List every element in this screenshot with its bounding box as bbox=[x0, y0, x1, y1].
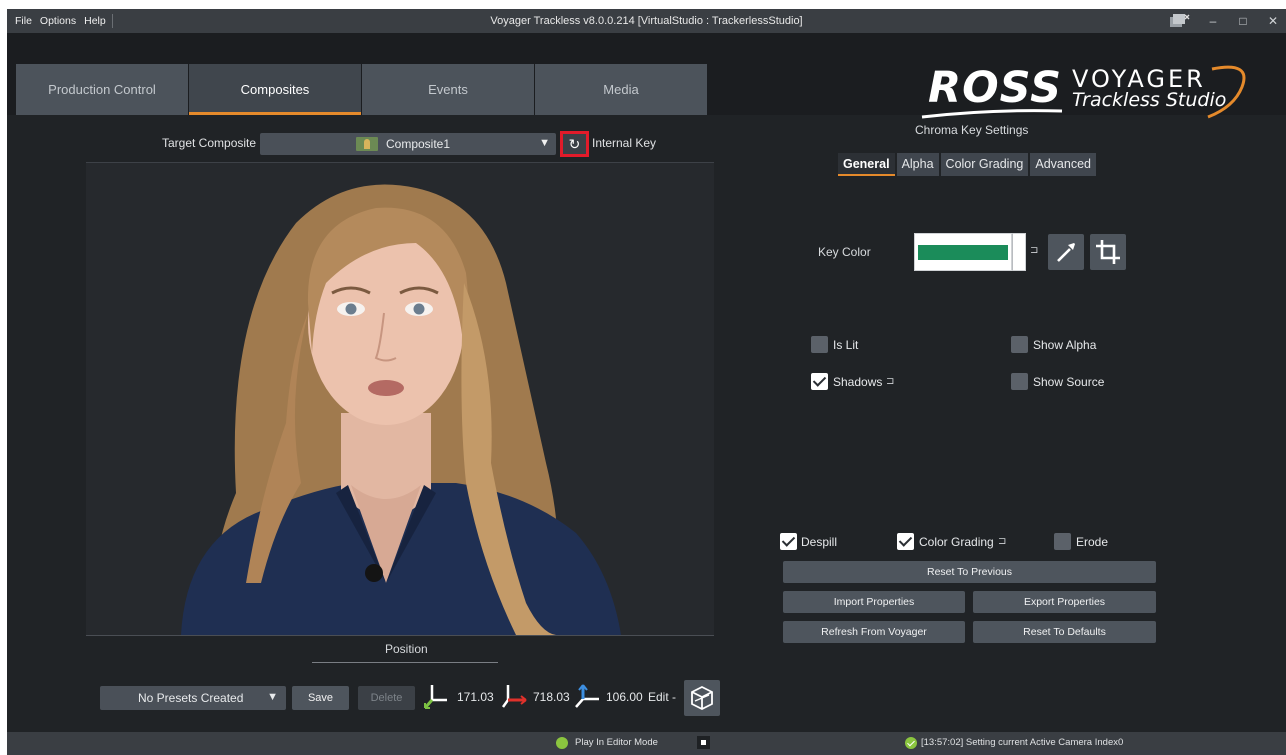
chevron-down-icon: ▼ bbox=[267, 691, 278, 703]
window-controls: – □ ✕ bbox=[1168, 9, 1280, 33]
subtab-color-grading[interactable]: Color Grading bbox=[940, 153, 1029, 176]
play-mode-label: Play In Editor Mode bbox=[575, 737, 658, 748]
color-grading-reset-icon[interactable]: ⊐ bbox=[998, 536, 1006, 547]
target-composite-label: Target Composite bbox=[162, 136, 257, 150]
shadows-checkbox[interactable] bbox=[811, 373, 828, 390]
target-composite-value: Composite1 bbox=[386, 137, 451, 151]
position-underline bbox=[312, 662, 498, 663]
logo-trackless-studio: Trackless Studio bbox=[1072, 89, 1227, 111]
refresh-composite-button[interactable]: ↻ bbox=[560, 131, 589, 157]
window-title: Voyager Trackless v8.0.0.214 [VirtualStu… bbox=[490, 15, 803, 27]
despill-label: Despill bbox=[801, 535, 838, 549]
cube-icon bbox=[691, 685, 713, 711]
tab-media[interactable]: Media bbox=[535, 64, 707, 115]
tab-production-control[interactable]: Production Control bbox=[16, 64, 188, 115]
eyedropper-button[interactable] bbox=[1048, 234, 1084, 270]
key-color-picker[interactable] bbox=[914, 233, 1012, 271]
key-color-reset-icon[interactable]: ⊐ bbox=[1030, 245, 1038, 256]
despill-checkbox[interactable] bbox=[780, 533, 797, 550]
title-bar: File Options Help Voyager Trackless v8.0… bbox=[7, 9, 1286, 33]
status-ok-icon bbox=[905, 737, 917, 749]
save-preset-button[interactable]: Save bbox=[292, 686, 349, 710]
chroma-key-title: Chroma Key Settings bbox=[915, 123, 1029, 137]
crop-icon bbox=[1096, 240, 1120, 264]
color-grading-checkbox[interactable] bbox=[897, 533, 914, 550]
tab-events[interactable]: Events bbox=[362, 64, 534, 115]
play-mode-status-icon bbox=[556, 737, 568, 749]
subtab-alpha[interactable]: Alpha bbox=[896, 153, 939, 176]
composite-preview[interactable] bbox=[86, 163, 714, 635]
device-icon[interactable] bbox=[1168, 13, 1190, 29]
preset-select-value: No Presets Created bbox=[138, 691, 244, 705]
is-lit-checkbox[interactable] bbox=[811, 336, 828, 353]
edit-label: Edit - bbox=[648, 690, 677, 704]
position-label: Position bbox=[385, 642, 428, 656]
import-properties-button[interactable]: Import Properties bbox=[783, 591, 965, 613]
subtab-advanced[interactable]: Advanced bbox=[1030, 153, 1096, 176]
shadows-reset-icon[interactable]: ⊐ bbox=[886, 376, 894, 387]
main-tabs: Production Control Composites Events Med… bbox=[16, 64, 708, 115]
y-axis-icon bbox=[501, 685, 527, 708]
show-source-label: Show Source bbox=[1033, 375, 1105, 389]
ross-voyager-logo: ROSS VOYAGER Trackless Studio bbox=[912, 63, 1252, 123]
subtab-general[interactable]: General bbox=[838, 153, 895, 176]
show-source-checkbox[interactable] bbox=[1011, 373, 1028, 390]
chroma-subtabs: General Alpha Color Grading Advanced bbox=[838, 153, 1096, 176]
refresh-from-voyager-button[interactable]: Refresh From Voyager bbox=[783, 621, 965, 643]
stop-button[interactable] bbox=[697, 736, 710, 749]
shadows-label: Shadows bbox=[833, 375, 883, 389]
composite-thumbnail-icon bbox=[356, 137, 378, 151]
app-window: File Options Help Voyager Trackless v8.0… bbox=[7, 9, 1286, 755]
is-lit-label: Is Lit bbox=[833, 338, 859, 352]
target-composite-select[interactable]: Composite1 ▼ bbox=[260, 133, 556, 155]
key-color-label: Key Color bbox=[818, 245, 871, 259]
presenter-preview-image bbox=[181, 184, 621, 635]
color-grading-label: Color Grading bbox=[919, 535, 994, 549]
header: Production Control Composites Events Med… bbox=[7, 33, 1286, 119]
position-x-value[interactable]: 171.03 bbox=[457, 690, 494, 704]
chevron-down-icon: ▼ bbox=[539, 137, 550, 149]
position-z-value[interactable]: 106.00 bbox=[606, 690, 643, 704]
erode-checkbox[interactable] bbox=[1054, 533, 1071, 550]
key-color-swatch bbox=[918, 245, 1008, 260]
export-properties-button[interactable]: Export Properties bbox=[973, 591, 1156, 613]
show-alpha-label: Show Alpha bbox=[1033, 338, 1097, 352]
delete-preset-button[interactable]: Delete bbox=[358, 686, 415, 710]
position-preset-select[interactable]: No Presets Created ▼ bbox=[100, 686, 286, 710]
reset-to-defaults-button[interactable]: Reset To Defaults bbox=[973, 621, 1156, 643]
maximize-button[interactable]: □ bbox=[1236, 14, 1250, 28]
minimize-button[interactable]: – bbox=[1206, 14, 1220, 28]
position-y-value[interactable]: 718.03 bbox=[533, 690, 570, 704]
status-message: [13:57:02] Setting current Active Camera… bbox=[921, 737, 1124, 748]
crop-button[interactable] bbox=[1090, 234, 1126, 270]
preview-divider-bottom bbox=[86, 635, 714, 636]
close-button[interactable]: ✕ bbox=[1266, 14, 1280, 28]
logo-ross: ROSS bbox=[928, 63, 1063, 113]
edit-cube-button[interactable] bbox=[684, 680, 720, 716]
x-axis-icon bbox=[423, 685, 447, 709]
tab-composites[interactable]: Composites bbox=[189, 64, 361, 115]
show-alpha-checkbox[interactable] bbox=[1011, 336, 1028, 353]
reset-to-previous-button[interactable]: Reset To Previous bbox=[783, 561, 1156, 583]
erode-label: Erode bbox=[1076, 535, 1109, 549]
z-axis-icon bbox=[575, 684, 599, 708]
internal-key-label: Internal Key bbox=[592, 136, 657, 150]
eyedropper-icon bbox=[1057, 243, 1075, 262]
key-color-dropdown[interactable] bbox=[1012, 233, 1026, 271]
